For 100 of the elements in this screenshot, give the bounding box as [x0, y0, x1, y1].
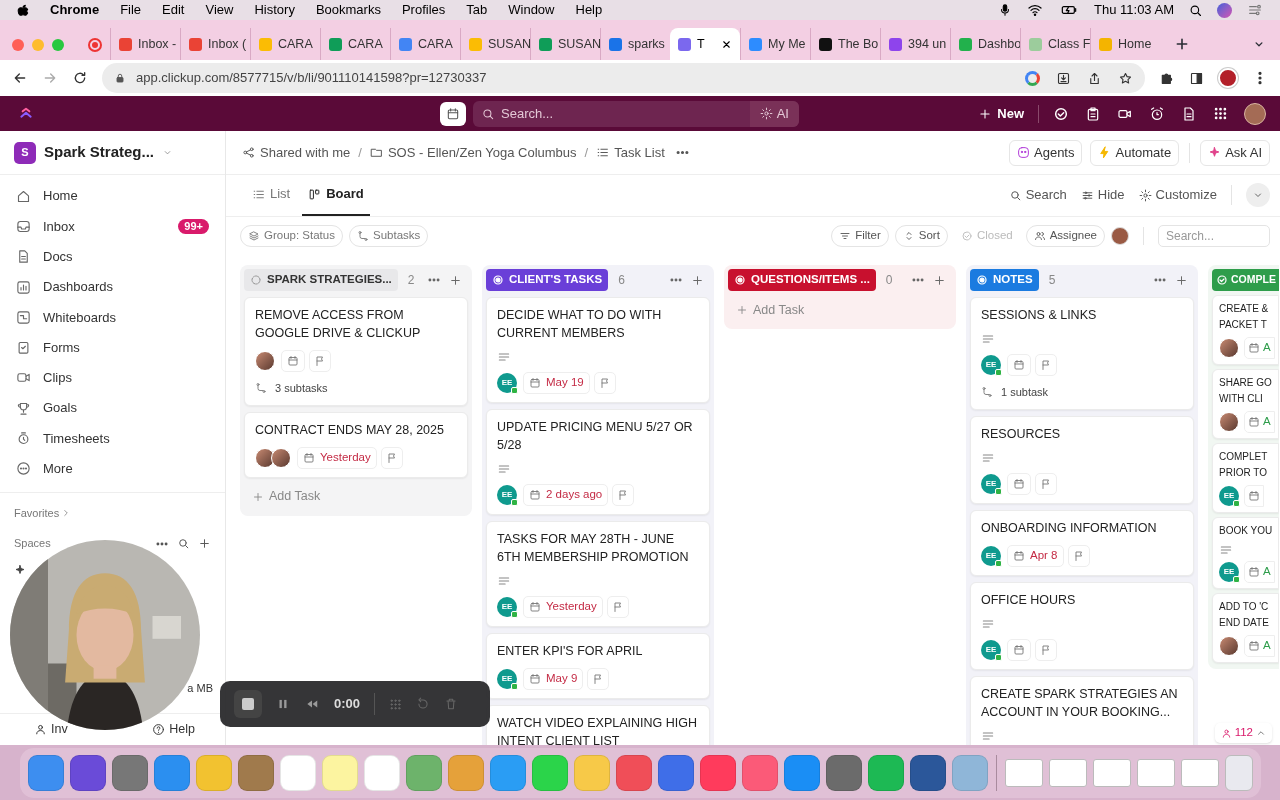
- menu-item[interactable]: Profiles: [401, 0, 446, 20]
- window-control[interactable]: [12, 39, 24, 51]
- app-icon[interactable]: [657, 754, 694, 791]
- app-icon[interactable]: [237, 754, 274, 791]
- menu-item[interactable]: Help: [575, 0, 603, 20]
- task-title[interactable]: ENTER KPI'S FOR APRIL: [497, 642, 699, 660]
- view-action[interactable]: Hide: [1080, 185, 1125, 205]
- sidebar-item[interactable]: Goals: [8, 393, 217, 424]
- due-date[interactable]: May 19: [523, 372, 590, 394]
- menu-item[interactable]: Window: [508, 0, 555, 20]
- menu-item[interactable]: History: [254, 0, 295, 20]
- task-title[interactable]: UPDATE PRICING MENU 5/27 OR 5/28: [497, 418, 699, 454]
- priority-button[interactable]: [1067, 544, 1090, 567]
- sidebar-item[interactable]: Home: [8, 181, 217, 212]
- space-name[interactable]: a MB: [187, 679, 213, 697]
- browser-tab[interactable]: T: [670, 28, 740, 60]
- new-button[interactable]: New: [978, 103, 1024, 124]
- task-title[interactable]: ADD TO 'C END DATE: [1219, 599, 1278, 631]
- view-tab[interactable]: List: [246, 174, 297, 216]
- sidebar-item[interactable]: Timesheets: [8, 423, 217, 454]
- invite-button[interactable]: Inv: [34, 720, 68, 739]
- people-count-button[interactable]: 112: [1214, 723, 1272, 743]
- record-icon[interactable]: [88, 38, 102, 52]
- app-icon[interactable]: [69, 754, 106, 791]
- due-date[interactable]: 2 days ago: [523, 484, 609, 506]
- due-date[interactable]: A: [1244, 561, 1275, 583]
- ai-button[interactable]: AI: [749, 100, 799, 127]
- due-date[interactable]: [1007, 638, 1031, 661]
- view-action[interactable]: Search: [1008, 185, 1067, 205]
- breadcrumb-link[interactable]: Task List: [596, 142, 665, 163]
- task-title[interactable]: CREATE SPARK STRATEGIES AN ACCOUNT IN YOUR BOOKING...: [981, 684, 1183, 721]
- task-title[interactable]: REMOVE ACCESS FROM GOOGLE DRIVE & CLICKUP: [255, 306, 457, 342]
- app-icon[interactable]: [153, 754, 190, 791]
- siri-icon[interactable]: [1217, 2, 1232, 18]
- due-date[interactable]: A: [1244, 411, 1275, 433]
- task-title[interactable]: COMPLET PRIOR TO: [1219, 449, 1278, 481]
- due-date[interactable]: [1007, 354, 1031, 376]
- menu-item[interactable]: Edit: [162, 0, 185, 20]
- due-date[interactable]: [281, 350, 305, 372]
- stop-button[interactable]: [234, 690, 262, 718]
- section-label[interactable]: Favorites: [14, 504, 60, 522]
- task-title[interactable]: BOOK YOU: [1219, 523, 1278, 539]
- task-title[interactable]: TASKS FOR MAY 28TH - JUNE 6TH MEMBERSHIP PROMOTION: [497, 530, 699, 566]
- collapse-button[interactable]: [1246, 183, 1270, 207]
- status-label[interactable]: CLIENT'S TASKS: [486, 269, 609, 291]
- task-title[interactable]: OFFICE HOURS: [981, 590, 1183, 609]
- task-card[interactable]: SESSIONS & LINKS EE 1 subtask: [970, 297, 1194, 410]
- task-card[interactable]: SHARE GO WITH CLI A: [1212, 369, 1279, 439]
- due-date[interactable]: [1007, 472, 1031, 495]
- task-card[interactable]: BOOK YOU EE A: [1212, 517, 1279, 589]
- app-menu[interactable]: Chrome: [50, 0, 100, 20]
- window-thumbnail[interactable]: [1048, 758, 1087, 787]
- task-card[interactable]: CREATE SPARK STRATEGIES AN ACCOUNT IN YOUR BOOKING...: [970, 675, 1194, 745]
- user-avatar[interactable]: [1244, 102, 1266, 125]
- task-card[interactable]: ADD TO 'C END DATE A: [1212, 593, 1279, 663]
- task-card[interactable]: CONTRACT ENDS MAY 28, 2025 Yesterday: [244, 411, 468, 478]
- window-thumbnail[interactable]: [1136, 758, 1175, 787]
- status-label[interactable]: QUESTIONS/ITEMS ...: [728, 269, 876, 291]
- app-icon[interactable]: [783, 754, 820, 791]
- priority-button[interactable]: [309, 350, 331, 372]
- window-thumbnail[interactable]: [1004, 758, 1043, 787]
- header-button[interactable]: Ask AI: [1200, 139, 1270, 166]
- due-date[interactable]: A: [1244, 635, 1275, 657]
- status-label[interactable]: SPARK STRATEGIES...: [244, 269, 398, 291]
- priority-button[interactable]: [612, 484, 635, 506]
- priority-button[interactable]: [606, 596, 629, 618]
- calendar-button[interactable]: [440, 101, 466, 126]
- search-field[interactable]: Search...: [1158, 225, 1270, 247]
- task-card[interactable]: ONBOARDING INFORMATION EE Apr 8: [970, 509, 1194, 576]
- help-button[interactable]: Help: [152, 720, 195, 739]
- task-card[interactable]: ENTER KPI'S FOR APRIL EE May 9: [486, 633, 710, 699]
- due-date[interactable]: Yesterday: [523, 596, 603, 618]
- sidebar-item[interactable]: Whiteboards: [8, 302, 217, 333]
- task-card[interactable]: DECIDE WHAT TO DO WITH CURRENT MEMBERS EE May 19: [486, 297, 710, 403]
- subtask-count[interactable]: 3 subtasks: [275, 380, 328, 397]
- sidebar-item[interactable]: Docs: [8, 241, 217, 272]
- trash-icon[interactable]: [1224, 754, 1253, 791]
- breadcrumb-link[interactable]: SOS - Ellen/Zen Yoga Columbus: [369, 142, 577, 163]
- task-card[interactable]: UPDATE PRICING MENU 5/27 OR 5/28 EE 2 days ago: [486, 409, 710, 515]
- priority-button[interactable]: [587, 668, 610, 690]
- task-title[interactable]: RESOURCES: [981, 424, 1183, 443]
- task-card[interactable]: OFFICE HOURS EE: [970, 581, 1194, 670]
- google-icon[interactable]: [1025, 70, 1040, 86]
- subtask-count[interactable]: 1 subtask: [1001, 384, 1049, 401]
- app-icon[interactable]: [615, 754, 652, 791]
- due-date[interactable]: May 9: [523, 668, 584, 690]
- view-action[interactable]: Customize: [1138, 185, 1217, 205]
- task-card[interactable]: REMOVE ACCESS FROM GOOGLE DRIVE & CLICKUP 3 subtasks: [244, 297, 468, 406]
- menu-item[interactable]: Bookmarks: [315, 0, 381, 20]
- breadcrumb-link[interactable]: Shared with me: [242, 142, 351, 163]
- sidebar-item[interactable]: More: [8, 453, 217, 484]
- app-icon[interactable]: [741, 754, 778, 791]
- address-bar[interactable]: app.clickup.com/8577715/v/b/li/901110141598?pr=12730337: [102, 63, 1145, 93]
- due-date[interactable]: [1244, 485, 1264, 507]
- task-title[interactable]: WATCH VIDEO EXPLAINING HIGH INTENT CLIENT LIST: [497, 714, 699, 745]
- sidebar-item[interactable]: Dashboards: [8, 271, 217, 303]
- task-title[interactable]: CREATE & PACKET T: [1219, 301, 1278, 333]
- task-card[interactable]: WATCH VIDEO EXPLAINING HIGH INTENT CLIENT LIST: [486, 705, 710, 745]
- menu-item[interactable]: View: [205, 0, 234, 20]
- app-icon[interactable]: [489, 754, 526, 791]
